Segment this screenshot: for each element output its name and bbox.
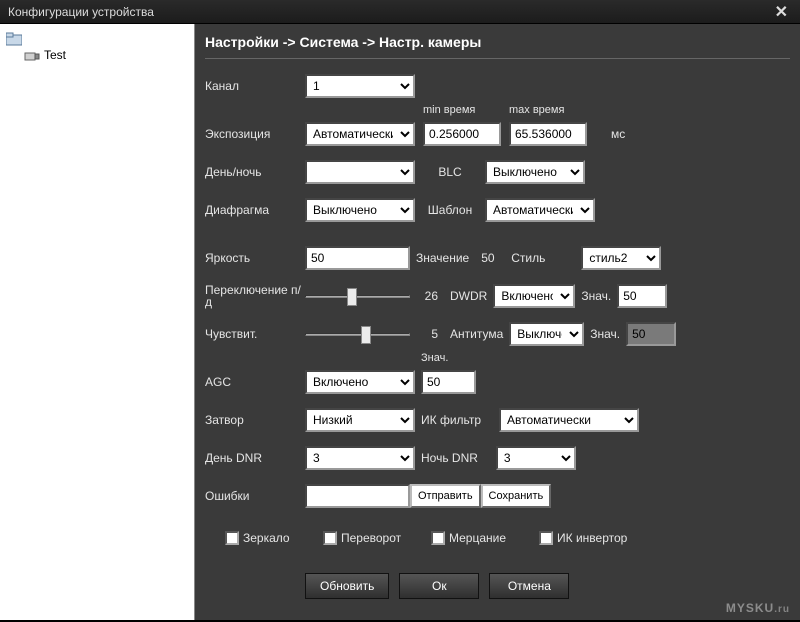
watermark: MYSKU.ru [726, 592, 790, 618]
device-tree: Test [0, 24, 195, 620]
irfilter-label: ИК фильтр [415, 413, 487, 427]
sens-slider[interactable] [305, 324, 410, 344]
send-button[interactable]: Отправить [410, 484, 481, 508]
daydnr-label: День DNR [205, 451, 305, 465]
row-switch: Переключение п/д 26 DWDR Включено Знач. [205, 281, 790, 311]
row-dnr: День DNR 3 Ночь DNR 3 [205, 443, 790, 473]
flip-label: Переворот [341, 531, 431, 545]
watermark-main: MYSKU [726, 601, 774, 615]
save-button[interactable]: Сохранить [481, 484, 552, 508]
blc-label: BLC [415, 165, 485, 179]
window-body: Test Настройки -> Система -> Настр. каме… [0, 24, 800, 620]
dwdr-label: DWDR [444, 289, 493, 303]
aperture-select[interactable]: Выключено [305, 198, 415, 222]
exposure-unit: мс [605, 127, 631, 141]
irfilter-select[interactable]: Автоматически [499, 408, 639, 432]
agc-value-input[interactable] [421, 370, 476, 394]
flip-checkbox[interactable] [323, 531, 337, 545]
antifog-vallabel: Знач. [584, 327, 626, 341]
daydnr-select[interactable]: 3 [305, 446, 415, 470]
row-brightness: Яркость Значение 50 Стиль стиль2 [205, 243, 790, 273]
brightness-valnum: 50 [475, 251, 505, 265]
agc-select[interactable]: Включено [305, 370, 415, 394]
style-select[interactable]: стиль2 [581, 246, 661, 270]
row-daynight: День/ночь BLC Выключено [205, 157, 790, 187]
row-checkboxes: Зеркало Переворот Мерцание ИК инвертор [205, 523, 790, 553]
window-title: Конфигурации устройства [8, 5, 154, 19]
brightness-label: Яркость [205, 251, 305, 265]
row-shutter: Затвор Низкий ИК фильтр Автоматически [205, 405, 790, 435]
form-grid: Канал 1 Экспозиция Автоматически min вре… [205, 71, 790, 599]
switch-label: Переключение п/д [205, 284, 305, 308]
min-time-header: min время [423, 104, 475, 116]
errors-label: Ошибки [205, 489, 305, 503]
exposure-select[interactable]: Автоматически [305, 122, 415, 146]
brightness-input[interactable] [305, 246, 410, 270]
channel-label: Канал [205, 79, 305, 93]
sens-label: Чувствит. [205, 327, 305, 341]
nightdnr-select[interactable]: 3 [496, 446, 576, 470]
dwdr-vallabel: Знач. [575, 289, 617, 303]
shutter-select[interactable]: Низкий [305, 408, 415, 432]
max-time-header: max время [509, 104, 564, 116]
row-channel: Канал 1 [205, 71, 790, 101]
antifog-label: Антитума [444, 327, 509, 341]
settings-panel: Настройки -> Система -> Настр. камеры Ка… [195, 24, 800, 620]
nightdnr-label: Ночь DNR [415, 451, 484, 465]
antifog-value-input [626, 322, 676, 346]
aperture-label: Диафрагма [205, 203, 305, 217]
breadcrumb: Настройки -> Система -> Настр. камеры [205, 30, 790, 59]
tree-root[interactable] [4, 30, 190, 46]
mirror-checkbox[interactable] [225, 531, 239, 545]
irinvert-checkbox[interactable] [539, 531, 553, 545]
flicker-label: Мерцание [449, 531, 539, 545]
switch-value: 26 [410, 289, 444, 303]
row-aperture: Диафрагма Выключено Шаблон Автоматически [205, 195, 790, 225]
blc-select[interactable]: Выключено [485, 160, 585, 184]
dwdr-value-input[interactable] [617, 284, 667, 308]
sens-value: 5 [410, 327, 444, 341]
exposure-min-input[interactable] [423, 122, 501, 146]
channel-select[interactable]: 1 [305, 74, 415, 98]
device-config-window: Конфигурации устройства ✕ Test Настройки… [0, 0, 800, 622]
row-errors: Ошибки Отправить Сохранить [205, 481, 790, 511]
button-row: Обновить Ок Отмена [205, 573, 790, 599]
flicker-checkbox[interactable] [431, 531, 445, 545]
daynight-label: День/ночь [205, 165, 305, 179]
pattern-select[interactable]: Автоматически [485, 198, 595, 222]
agc-label: AGC [205, 375, 305, 389]
style-label: Стиль [505, 251, 551, 265]
cancel-button[interactable]: Отмена [489, 573, 569, 599]
pattern-label: Шаблон [415, 203, 485, 217]
titlebar: Конфигурации устройства ✕ [0, 0, 800, 24]
watermark-sub: .ru [774, 604, 790, 615]
mirror-label: Зеркало [243, 531, 323, 545]
daynight-select[interactable] [305, 160, 415, 184]
ok-button[interactable]: Ок [399, 573, 479, 599]
irinvert-label: ИК инвертор [557, 531, 633, 545]
row-agc: AGC Включено Знач. [205, 367, 790, 397]
brightness-valhdr: Значение [410, 251, 475, 265]
tree-item-test[interactable]: Test [4, 46, 190, 64]
exposure-max-input[interactable] [509, 122, 587, 146]
device-icon [24, 49, 40, 61]
row-exposure: Экспозиция Автоматически min время max в… [205, 119, 790, 149]
exposure-label: Экспозиция [205, 127, 305, 141]
refresh-button[interactable]: Обновить [305, 573, 389, 599]
shutter-label: Затвор [205, 413, 305, 427]
folder-icon [6, 32, 22, 44]
tree-item-label: Test [44, 48, 66, 62]
errors-input[interactable] [305, 484, 410, 508]
row-sens: Чувствит. 5 Антитума Выключе Знач. [205, 319, 790, 349]
agc-valhdr: Знач. [421, 352, 448, 364]
switch-slider[interactable] [305, 286, 410, 306]
close-icon[interactable]: ✕ [771, 2, 792, 22]
dwdr-select[interactable]: Включено [493, 284, 575, 308]
antifog-select[interactable]: Выключе [509, 322, 584, 346]
